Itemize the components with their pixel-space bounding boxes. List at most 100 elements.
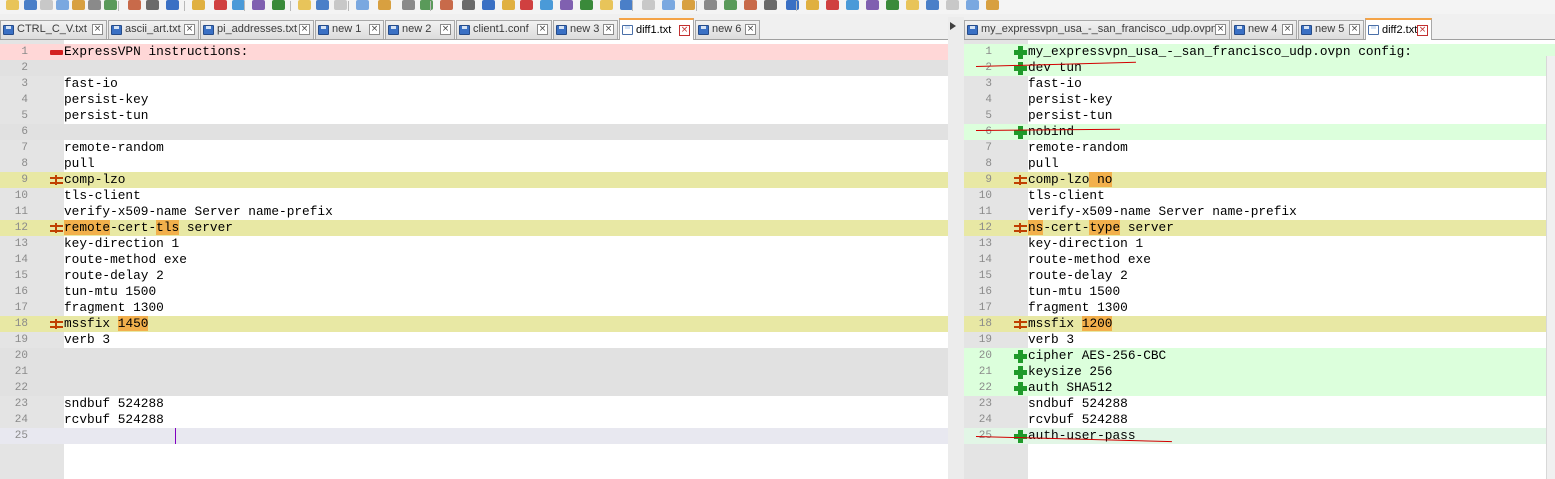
- left-file-tab[interactable]: diff1.txt ×: [619, 18, 694, 40]
- toolbar-button-icon[interactable]: [682, 0, 695, 10]
- left-file-tab[interactable]: CTRL_C_V.txt ×: [0, 20, 107, 39]
- close-tab-icon[interactable]: ×: [1215, 24, 1226, 35]
- toolbar-button-icon[interactable]: [56, 0, 69, 10]
- toolbar-button-icon[interactable]: [128, 0, 141, 10]
- toolbar-button-icon[interactable]: [298, 0, 311, 10]
- diff-line[interactable]: 25 auth-user-pass: [964, 428, 1555, 444]
- diff-line[interactable]: 13 key-direction 1: [0, 236, 948, 252]
- diff-line[interactable]: 22: [0, 380, 948, 396]
- diff-line[interactable]: 12 remote-cert-tls server: [0, 220, 948, 236]
- diff-line[interactable]: 10 tls-client: [964, 188, 1555, 204]
- toolbar-button-icon[interactable]: [806, 0, 819, 10]
- diff-line[interactable]: 24 rcvbuf 524288: [964, 412, 1555, 428]
- close-tab-icon[interactable]: ×: [679, 25, 690, 36]
- diff-line[interactable]: 9 comp-lzo no: [964, 172, 1555, 188]
- diff-line[interactable]: 2: [0, 60, 948, 76]
- diff-line[interactable]: 4 persist-key: [0, 92, 948, 108]
- diff-line[interactable]: 23 sndbuf 524288: [0, 396, 948, 412]
- left-file-tab[interactable]: new 6 ×: [695, 20, 760, 39]
- toolbar-button-icon[interactable]: [440, 0, 453, 10]
- toolbar-button-icon[interactable]: [966, 0, 979, 10]
- toolbar-button-icon[interactable]: [786, 0, 799, 10]
- diff-line[interactable]: 19 verb 3: [0, 332, 948, 348]
- close-tab-icon[interactable]: ×: [1282, 24, 1293, 35]
- toolbar-button-icon[interactable]: [986, 0, 999, 10]
- toolbar-button-icon[interactable]: [946, 0, 959, 10]
- toolbar-button-icon[interactable]: [88, 0, 101, 10]
- left-file-tab[interactable]: new 3 ×: [553, 20, 618, 39]
- diff-line[interactable]: 12 ns-cert-type server: [964, 220, 1555, 236]
- toolbar-button-icon[interactable]: [72, 0, 85, 10]
- diff-line[interactable]: 3 fast-io: [964, 76, 1555, 92]
- diff-line[interactable]: 8 pull: [0, 156, 948, 172]
- toolbar-button-icon[interactable]: [462, 0, 475, 10]
- toolbar-button-icon[interactable]: [764, 0, 777, 10]
- left-file-tab[interactable]: new 2 ×: [385, 20, 455, 39]
- toolbar-button-icon[interactable]: [482, 0, 495, 10]
- diff-line[interactable]: 2 dev tun: [964, 60, 1555, 76]
- diff-line[interactable]: 14 route-method exe: [0, 252, 948, 268]
- toolbar-button-icon[interactable]: [502, 0, 515, 10]
- diff-line[interactable]: 16 tun-mtu 1500: [964, 284, 1555, 300]
- diff-line[interactable]: 7 remote-random: [964, 140, 1555, 156]
- close-tab-icon[interactable]: ×: [184, 24, 195, 35]
- toolbar-button-icon[interactable]: [866, 0, 879, 10]
- toolbar-button-icon[interactable]: [560, 0, 573, 10]
- diff-line[interactable]: 14 route-method exe: [964, 252, 1555, 268]
- diff-line[interactable]: 5 persist-tun: [0, 108, 948, 124]
- diff-line[interactable]: 11 verify-x509-name Server name-prefix: [964, 204, 1555, 220]
- toolbar-button-icon[interactable]: [6, 0, 19, 10]
- right-file-tab[interactable]: my_expressvpn_usa_-_san_francisco_udp.ov…: [964, 20, 1230, 39]
- diff-line[interactable]: 18 mssfix 1450: [0, 316, 948, 332]
- diff-line[interactable]: 22 auth SHA512: [964, 380, 1555, 396]
- toolbar-button-icon[interactable]: [846, 0, 859, 10]
- toolbar-button-icon[interactable]: [40, 0, 53, 10]
- diff-line[interactable]: 15 route-delay 2: [964, 268, 1555, 284]
- toolbar-button-icon[interactable]: [744, 0, 757, 10]
- diff-line[interactable]: 17 fragment 1300: [964, 300, 1555, 316]
- diff-line[interactable]: 24 rcvbuf 524288: [0, 412, 948, 428]
- toolbar-button-icon[interactable]: [272, 0, 285, 10]
- diff-line[interactable]: 4 persist-key: [964, 92, 1555, 108]
- toolbar-button-icon[interactable]: [906, 0, 919, 10]
- toolbar-button-icon[interactable]: [886, 0, 899, 10]
- diff-line[interactable]: 13 key-direction 1: [964, 236, 1555, 252]
- close-tab-icon[interactable]: ×: [1417, 25, 1428, 36]
- diff-line[interactable]: 17 fragment 1300: [0, 300, 948, 316]
- diff-line[interactable]: 9 comp-lzo: [0, 172, 948, 188]
- diff-line[interactable]: 5 persist-tun: [964, 108, 1555, 124]
- toolbar-button-icon[interactable]: [520, 0, 533, 10]
- toolbar-button-icon[interactable]: [378, 0, 391, 10]
- toolbar-button-icon[interactable]: [166, 0, 179, 10]
- toolbar-button-icon[interactable]: [24, 0, 37, 10]
- view-splitter[interactable]: [948, 17, 964, 479]
- left-file-tab[interactable]: new 1 ×: [315, 20, 384, 39]
- close-tab-icon[interactable]: ×: [369, 24, 380, 35]
- toolbar-button-icon[interactable]: [356, 0, 369, 10]
- toolbar-button-icon[interactable]: [926, 0, 939, 10]
- toolbar-button-icon[interactable]: [252, 0, 265, 10]
- toolbar-button-icon[interactable]: [704, 0, 717, 10]
- diff-line[interactable]: 1 my_expressvpn_usa_-_san_francisco_udp.o…: [964, 44, 1555, 60]
- toolbar-button-icon[interactable]: [642, 0, 655, 10]
- close-tab-icon[interactable]: ×: [603, 24, 614, 35]
- diff-line[interactable]: 6 nobind: [964, 124, 1555, 140]
- close-tab-icon[interactable]: ×: [299, 24, 310, 35]
- diff-line[interactable]: 8 pull: [964, 156, 1555, 172]
- close-tab-icon[interactable]: ×: [440, 24, 451, 35]
- left-file-tab[interactable]: client1.conf ×: [456, 20, 552, 39]
- diff-line[interactable]: 11 verify-x509-name Server name-prefix: [0, 204, 948, 220]
- close-tab-icon[interactable]: ×: [92, 24, 103, 35]
- diff-line[interactable]: 23 sndbuf 524288: [964, 396, 1555, 412]
- diff-line[interactable]: 20: [0, 348, 948, 364]
- diff-line[interactable]: 21: [0, 364, 948, 380]
- right-file-tab[interactable]: diff2.txt ×: [1365, 18, 1432, 40]
- left-editor[interactable]: 1 ExpressVPN instructions: 2 3 fast-io 4 persi…: [0, 40, 948, 479]
- diff-line[interactable]: 7 remote-random: [0, 140, 948, 156]
- toolbar-button-icon[interactable]: [192, 0, 205, 10]
- toolbar-button-icon[interactable]: [580, 0, 593, 10]
- toolbar-button-icon[interactable]: [724, 0, 737, 10]
- diff-line[interactable]: 15 route-delay 2: [0, 268, 948, 284]
- diff-line[interactable]: 20 cipher AES-256-CBC: [964, 348, 1555, 364]
- toolbar-button-icon[interactable]: [402, 0, 415, 10]
